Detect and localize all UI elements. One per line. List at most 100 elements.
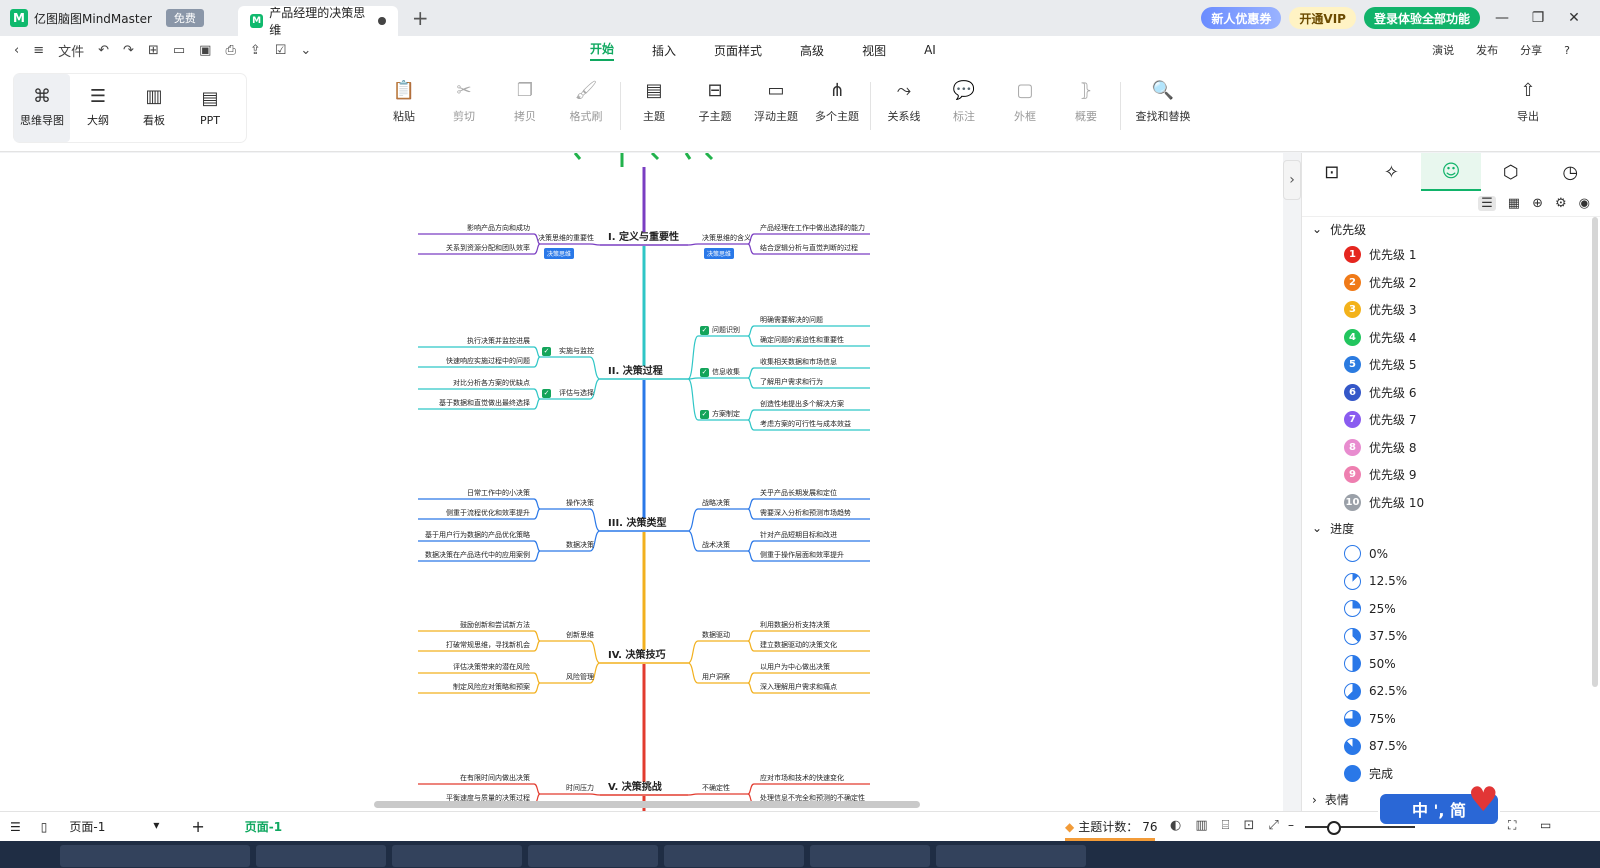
leaf-topic[interactable]: 考虑方案的可行性与成本效益 bbox=[760, 420, 851, 429]
restore-icon[interactable]: ❐ bbox=[1524, 10, 1552, 26]
priority-item[interactable]: 6 优先级 6 bbox=[1302, 379, 1600, 407]
leaf-topic[interactable]: 利用数据分析支持决策 bbox=[760, 621, 830, 630]
ribbon-button[interactable]: ⊟ 子主题 bbox=[685, 82, 745, 124]
ribbon-button[interactable]: ⤳ 关系线 bbox=[874, 82, 934, 124]
priority-item[interactable]: 1 优先级 1 bbox=[1302, 241, 1600, 269]
priority-section[interactable]: ⌄ 优先级 bbox=[1302, 217, 1600, 241]
zoom-slider[interactable] bbox=[1305, 821, 1415, 835]
subtopic[interactable]: 数据决策 bbox=[566, 541, 594, 550]
priority-item[interactable]: 3 优先级 3 bbox=[1302, 296, 1600, 324]
list-view-icon[interactable]: ☰ bbox=[1478, 196, 1496, 211]
checklist-icon[interactable]: ☑ bbox=[275, 43, 287, 58]
subtopic[interactable]: 方案制定 bbox=[712, 410, 740, 419]
hamburger-icon[interactable]: ≡ bbox=[33, 43, 44, 58]
history-tab-icon[interactable]: ◷ bbox=[1540, 153, 1600, 191]
main-topic[interactable]: II. 决策过程 bbox=[608, 366, 663, 378]
menu-tab[interactable]: 开始 bbox=[590, 40, 615, 61]
grid-view-icon[interactable]: ▦ bbox=[1508, 196, 1520, 211]
taskbar-item[interactable] bbox=[528, 845, 658, 867]
ribbon-button[interactable]: ▭ 浮动主题 bbox=[746, 82, 806, 124]
save-icon[interactable]: ▣ bbox=[199, 43, 211, 58]
progress-section[interactable]: ⌄ 进度 bbox=[1302, 516, 1600, 540]
leaf-topic[interactable]: 明确需要解决的问题 bbox=[760, 316, 823, 325]
open-folder-icon[interactable]: ▭ bbox=[173, 43, 185, 58]
progress-item[interactable]: 0% bbox=[1302, 540, 1600, 568]
menu-tab[interactable]: 插入 bbox=[652, 42, 676, 59]
subtopic[interactable]: 问题识别 bbox=[712, 326, 740, 335]
subtopic[interactable]: 数据驱动 bbox=[702, 631, 730, 640]
taskbar-item[interactable] bbox=[392, 845, 522, 867]
leaf-topic[interactable]: 鼓励创新和尝试新方法 bbox=[460, 621, 530, 630]
more-chevron-icon[interactable]: ⌄ bbox=[300, 43, 311, 58]
leaf-topic[interactable]: 以用户为中心做出决策 bbox=[760, 663, 830, 672]
view-button[interactable]: ⌘ 思维导图 bbox=[14, 74, 70, 142]
leaf-topic[interactable]: 侧重于流程优化和效率提升 bbox=[446, 509, 530, 518]
leaf-topic[interactable]: 关乎产品长期发展和定位 bbox=[760, 489, 837, 498]
priority-item[interactable]: 4 优先级 4 bbox=[1302, 324, 1600, 352]
help-icon[interactable]: ? bbox=[1564, 44, 1570, 57]
leaf-topic[interactable]: 针对产品短期目标和改进 bbox=[760, 531, 837, 540]
theme-tab-icon[interactable]: ⬡ bbox=[1481, 153, 1541, 191]
marker-tab-icon[interactable]: ☺ bbox=[1421, 153, 1481, 191]
checkbox-icon[interactable]: ✓ bbox=[542, 347, 551, 356]
page-tab[interactable]: 页面-1 bbox=[245, 818, 282, 835]
back-icon[interactable]: ‹ bbox=[14, 43, 19, 58]
leaf-topic[interactable]: 确定问题的紧迫性和重要性 bbox=[760, 336, 844, 345]
leaf-topic[interactable]: 建立数据驱动的决策文化 bbox=[760, 641, 837, 650]
subtopic[interactable]: 创新思维 bbox=[566, 631, 594, 640]
checkbox-icon[interactable]: ✓ bbox=[542, 389, 551, 398]
coupon-button[interactable]: 新人优惠券 bbox=[1201, 7, 1282, 29]
priority-item[interactable]: 10 优先级 10 bbox=[1302, 489, 1600, 517]
leaf-topic[interactable]: 基于数据和直觉做出最终选择 bbox=[439, 399, 530, 408]
subtopic[interactable]: 风险管理 bbox=[566, 673, 594, 682]
menu-tab[interactable]: 视图 bbox=[862, 42, 886, 59]
ribbon-button[interactable]: 🖌 格式刷 bbox=[556, 82, 616, 124]
leaf-topic[interactable]: 应对市场和技术的快速变化 bbox=[760, 774, 844, 783]
ribbon-button[interactable]: ✂ 剪切 bbox=[434, 82, 494, 124]
subtopic[interactable]: 操作决策 bbox=[566, 499, 594, 508]
progress-item[interactable]: 50% bbox=[1302, 650, 1600, 678]
new-file-icon[interactable]: ⊞ bbox=[148, 43, 159, 58]
leaf-topic[interactable]: 侧重于操作层面和效率提升 bbox=[760, 551, 844, 560]
subtopic[interactable]: 用户洞察 bbox=[702, 673, 730, 682]
view-button[interactable]: ▥ 看板 bbox=[126, 74, 182, 142]
export-button[interactable]: ⇧ 导出 bbox=[1498, 82, 1558, 124]
main-topic[interactable]: III. 决策类型 bbox=[608, 518, 666, 530]
menu-tab[interactable]: 页面样式 bbox=[714, 42, 762, 59]
progress-item[interactable]: 62.5% bbox=[1302, 678, 1600, 706]
format-tab-icon[interactable]: ⊡ bbox=[1302, 153, 1362, 191]
taskbar-item[interactable] bbox=[664, 845, 804, 867]
theme-toggle-icon[interactable]: ◐ bbox=[1170, 818, 1181, 833]
checkbox-icon[interactable]: ✓ bbox=[700, 326, 709, 335]
file-menu[interactable]: 文件 bbox=[58, 41, 84, 60]
subtopic[interactable]: 实施与监控 bbox=[559, 347, 594, 356]
ribbon-button[interactable]: ▢ 外框 bbox=[995, 82, 1055, 124]
leaf-topic[interactable]: 基于用户行为数据的产品优化策略 bbox=[425, 531, 530, 540]
mindmap-canvas[interactable]: I. 定义与重要性 决策思维的重要性 决策思维 影响产品方向和成功 关系到资源分配和团队… bbox=[0, 153, 1283, 811]
subtopic[interactable]: 时间压力 bbox=[566, 784, 594, 793]
horizontal-scrollbar[interactable] bbox=[374, 801, 920, 808]
taskbar-item[interactable] bbox=[60, 845, 250, 867]
leaf-topic[interactable]: 数据决策在产品迭代中的应用案例 bbox=[425, 551, 530, 560]
fullscreen-icon[interactable]: ⛶ bbox=[1508, 818, 1516, 833]
ribbon-button[interactable]: 💬 标注 bbox=[934, 82, 994, 124]
leaf-topic[interactable]: 对比分析各方案的优缺点 bbox=[453, 379, 530, 388]
progress-item[interactable]: 25% bbox=[1302, 595, 1600, 623]
leaf-topic[interactable]: 快速响应实施过程中的问题 bbox=[446, 357, 530, 366]
view-button[interactable]: ☰ 大纲 bbox=[70, 74, 126, 142]
fit-page-icon[interactable]: ⊡ bbox=[1243, 818, 1254, 833]
present-button[interactable]: 演说 bbox=[1432, 42, 1454, 58]
minimize-icon[interactable]: — bbox=[1488, 10, 1516, 26]
vip-button[interactable]: 开通VIP bbox=[1289, 7, 1356, 29]
add-marker-icon[interactable]: ⊕ bbox=[1532, 196, 1543, 211]
marker-settings-icon[interactable]: ⚙ bbox=[1555, 196, 1567, 211]
leaf-topic[interactable]: 制定风险应对策略和预案 bbox=[453, 683, 530, 692]
leaf-topic[interactable]: 收集相关数据和市场信息 bbox=[760, 358, 837, 367]
progress-item[interactable]: 87.5% bbox=[1302, 733, 1600, 761]
leaf-topic[interactable]: 打破常规思维，寻找新机会 bbox=[446, 641, 530, 650]
leaf-topic[interactable]: 日常工作中的小决策 bbox=[467, 489, 530, 498]
ai-tab-icon[interactable]: ✧ bbox=[1362, 153, 1422, 191]
progress-item[interactable]: 75% bbox=[1302, 705, 1600, 733]
login-button[interactable]: 登录体验全部功能 bbox=[1363, 7, 1480, 29]
print-icon[interactable]: ⎙ bbox=[225, 43, 235, 58]
